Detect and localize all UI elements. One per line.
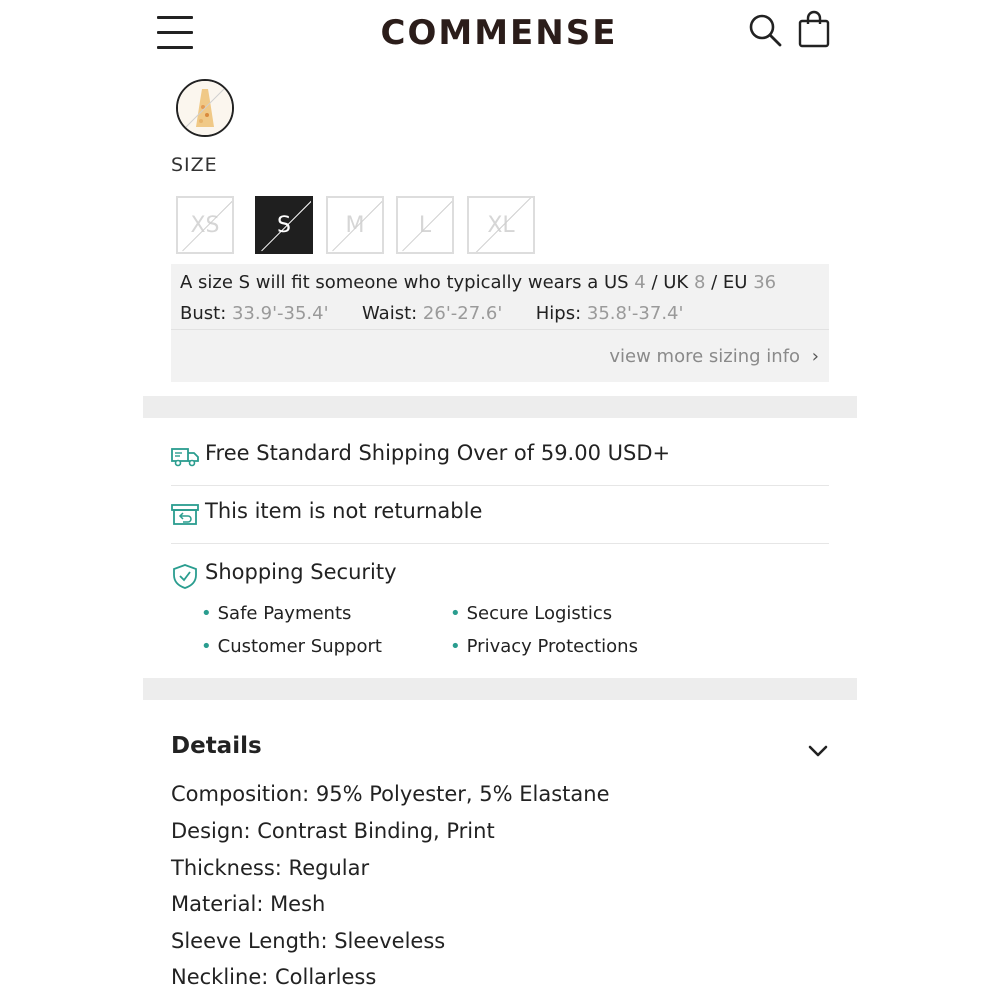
sizing-link-label: view more sizing info bbox=[609, 346, 801, 367]
eu-label: / EU bbox=[705, 272, 754, 293]
size-fit-info: A size S will fit someone who typically … bbox=[171, 264, 829, 382]
size-option-m[interactable]: M bbox=[326, 196, 384, 254]
shopping-security-section: Shopping Security • Safe Payments • Secure… bbox=[171, 556, 829, 666]
security-item: • Customer Support bbox=[201, 636, 382, 657]
divider bbox=[171, 329, 829, 330]
returns-info-row[interactable]: This item is not returnable bbox=[171, 485, 829, 544]
section-separator bbox=[143, 678, 857, 700]
uk-label: / UK bbox=[645, 272, 694, 293]
truck-icon bbox=[171, 448, 199, 467]
eu-size-value: 36 bbox=[753, 272, 777, 293]
search-icon[interactable] bbox=[747, 12, 783, 48]
size-option-xs[interactable]: XS bbox=[176, 196, 234, 254]
detail-line: Neckline: Collarless bbox=[171, 965, 377, 989]
bust-label: Bust: bbox=[180, 303, 232, 324]
uk-size-value: 8 bbox=[693, 272, 706, 293]
security-title: Shopping Security bbox=[205, 560, 397, 584]
security-item: • Safe Payments bbox=[201, 603, 352, 624]
us-size-value: 4 bbox=[634, 272, 646, 293]
dress-image bbox=[178, 81, 232, 135]
shipping-info-row[interactable]: Free Standard Shipping Over of 59.00 USD… bbox=[171, 427, 829, 486]
fit-conversion-text: A size S will fit someone who typically … bbox=[180, 272, 776, 293]
shopping-bag-icon[interactable] bbox=[797, 10, 831, 48]
section-separator bbox=[143, 396, 857, 418]
menu-icon[interactable] bbox=[157, 14, 195, 52]
hips-value: 35.8'-37.4' bbox=[586, 303, 684, 324]
brand-logo[interactable]: COMMENSE bbox=[379, 10, 619, 56]
bust-value: 33.9'-35.4' bbox=[231, 303, 329, 324]
returns-text: This item is not returnable bbox=[205, 499, 483, 523]
shield-icon bbox=[173, 564, 197, 589]
shipping-text: Free Standard Shipping Over of 59.00 USD… bbox=[205, 441, 671, 465]
chevron-right-icon: › bbox=[811, 346, 819, 367]
detail-line: Sleeve Length: Sleeveless bbox=[171, 929, 446, 953]
waist-label: Waist: bbox=[362, 303, 423, 324]
detail-line: Material: Mesh bbox=[171, 892, 326, 916]
view-sizing-info-link[interactable]: view more sizing info › bbox=[609, 346, 819, 367]
security-item: • Secure Logistics bbox=[450, 603, 613, 624]
us-label: US bbox=[603, 272, 635, 293]
top-header: COMMENSE bbox=[143, 0, 857, 66]
return-box-icon bbox=[171, 504, 199, 525]
hips-label: Hips: bbox=[535, 303, 587, 324]
size-option-l[interactable]: L bbox=[396, 196, 454, 254]
details-heading[interactable]: Details bbox=[171, 733, 262, 759]
size-option-xl[interactable]: XL bbox=[467, 196, 535, 254]
detail-line: Composition: 95% Polyester, 5% Elastane bbox=[171, 782, 610, 806]
body-measurements: Bust: 33.9'-35.4' Waist: 26'-27.6' Hips:… bbox=[180, 303, 683, 324]
product-color-thumbnail[interactable] bbox=[176, 79, 234, 137]
detail-line: Design: Contrast Binding, Print bbox=[171, 819, 495, 843]
size-heading: SIZE bbox=[171, 154, 218, 176]
fit-prefix: A size S will fit someone who typically … bbox=[180, 272, 604, 293]
detail-line: Thickness: Regular bbox=[171, 856, 370, 880]
size-label-l: L bbox=[418, 212, 432, 238]
security-item: • Privacy Protections bbox=[450, 636, 638, 657]
size-option-s[interactable]: S bbox=[255, 196, 313, 254]
waist-value: 26'-27.6' bbox=[422, 303, 503, 324]
chevron-down-icon[interactable] bbox=[807, 742, 829, 760]
product-page: COMMENSE SIZE XS S M L A size S will fit… bbox=[143, 0, 857, 1000]
